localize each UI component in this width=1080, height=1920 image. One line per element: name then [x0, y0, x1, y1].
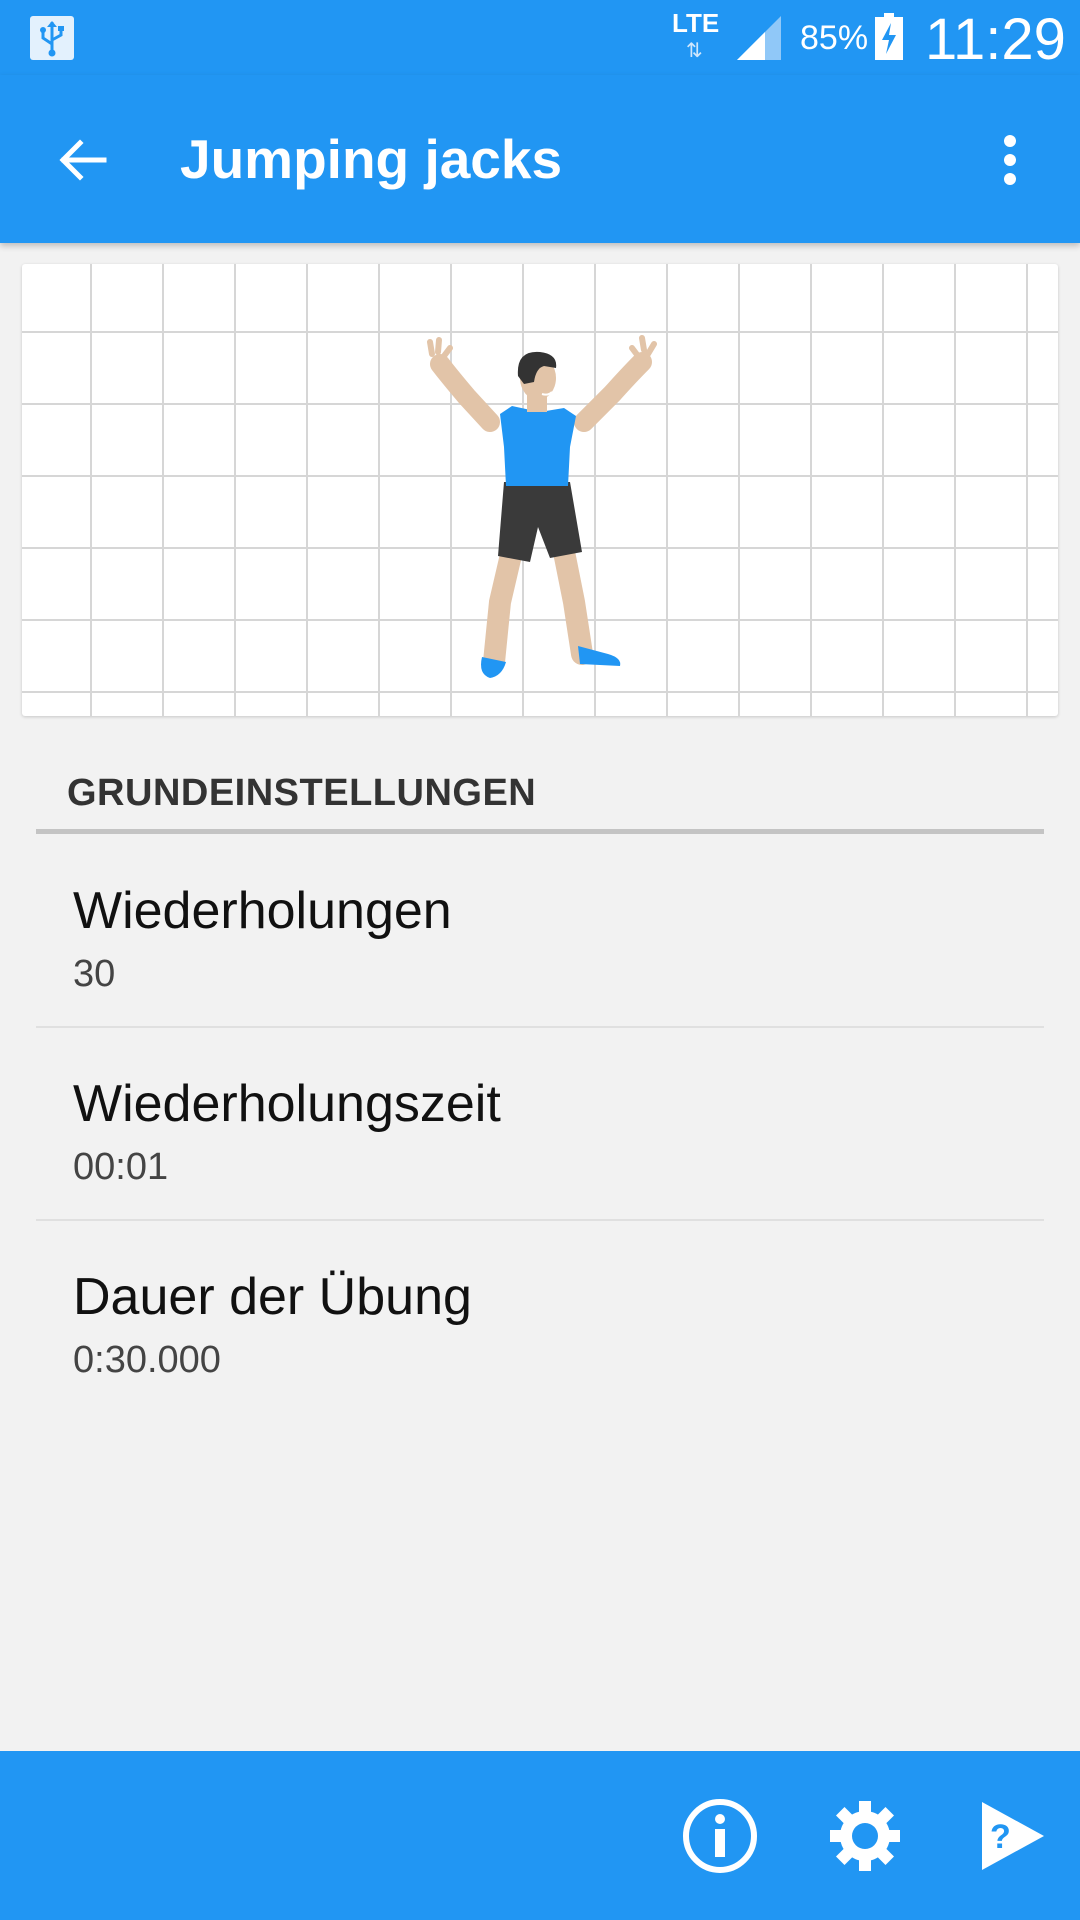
help-play-button[interactable]: ?: [965, 1791, 1055, 1881]
section-header-basic-settings: GRUNDEINSTELLUNGEN: [67, 772, 537, 814]
pref-value: 0:30.000: [73, 1339, 221, 1381]
back-button[interactable]: [48, 125, 118, 195]
pref-value: 30: [73, 953, 116, 995]
info-button[interactable]: [675, 1791, 765, 1881]
battery-percentage: 85%: [800, 19, 869, 57]
more-vert-icon: [1004, 135, 1016, 185]
overflow-menu-button[interactable]: [990, 130, 1030, 190]
info-icon: [683, 1799, 757, 1873]
data-activity-icon: ⇅: [686, 40, 703, 62]
battery-charging-icon: [875, 13, 903, 60]
section-divider: [36, 829, 1044, 834]
pref-repetition-time[interactable]: Wiederholungszeit 00:01: [36, 1028, 1044, 1220]
settings-gear-icon: [830, 1801, 900, 1871]
bottom-action-bar: ?: [0, 1751, 1080, 1920]
exercise-image-card: [22, 264, 1058, 716]
signal-icon: [737, 16, 781, 60]
network-type: LTE: [672, 8, 720, 38]
page-title: Jumping jacks: [180, 128, 563, 190]
svg-text:?: ?: [990, 1818, 1011, 1856]
pref-repetitions[interactable]: Wiederholungen 30: [36, 835, 1044, 1027]
pref-title: Wiederholungszeit: [73, 1075, 501, 1133]
pref-title: Dauer der Übung: [73, 1268, 472, 1326]
help-play-icon: ?: [982, 1802, 1044, 1870]
clock: 11:29: [925, 7, 1066, 72]
jumping-jacks-figure: [427, 335, 657, 678]
pref-exercise-duration[interactable]: Dauer der Übung 0:30.000: [36, 1221, 1044, 1413]
pref-value: 00:01: [73, 1146, 169, 1188]
usb-icon: [30, 16, 74, 60]
settings-button[interactable]: [820, 1791, 910, 1881]
pref-title: Wiederholungen: [73, 882, 452, 940]
app-toolbar: Jumping jacks: [0, 75, 1080, 243]
arrow-back-icon: [59, 139, 107, 181]
status-bar: LTE ⇅ 85% 11:29: [0, 0, 1080, 75]
